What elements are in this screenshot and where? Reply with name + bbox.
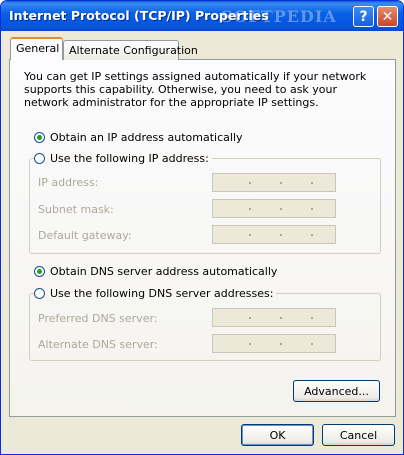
ip-manual-label: Use the following IP address: [50,152,209,165]
close-button[interactable]: ✕ [377,6,398,27]
tab-general-label: General [16,42,60,55]
subnet-mask-field[interactable] [212,199,336,218]
watermark: SOFTPEDIA [221,7,337,26]
preferred-dns-label: Preferred DNS server: [38,312,158,325]
title-bar[interactable]: Internet Protocol (TCP/IP) Properties SO… [1,1,403,31]
help-icon: ? [359,8,368,25]
dns-auto-label: Obtain DNS server address automatically [50,265,278,278]
default-gateway-field[interactable] [212,225,336,244]
dns-manual-label: Use the following DNS server addresses: [50,287,274,300]
alternate-dns-field[interactable] [212,334,336,353]
subnet-mask-label: Subnet mask: [38,203,114,216]
ok-button[interactable]: OK [241,424,314,446]
tab-general[interactable]: General [10,37,63,60]
dialog-window: Internet Protocol (TCP/IP) Properties SO… [0,0,404,455]
dns-manual-option[interactable]: Use the following DNS server addresses: [34,287,277,300]
advanced-button[interactable]: Advanced... [293,380,380,402]
close-icon: ✕ [381,8,394,25]
tab-alternate-label: Alternate Configuration [69,44,198,57]
ip-manual-radio[interactable] [34,153,45,164]
alternate-dns-label: Alternate DNS server: [38,338,158,351]
ip-auto-radio[interactable] [34,132,45,143]
dns-auto-radio[interactable] [34,266,45,277]
ip-address-field[interactable] [212,173,336,192]
dns-auto-option[interactable]: Obtain DNS server address automatically [34,265,277,278]
preferred-dns-field[interactable] [212,308,336,327]
ip-auto-label: Obtain an IP address automatically [50,131,243,144]
default-gateway-label: Default gateway: [38,229,132,242]
intro-text: You can get IP settings assigned automat… [24,70,367,109]
cancel-button[interactable]: Cancel [322,424,395,446]
ip-address-label: IP address: [38,176,99,189]
ip-auto-option[interactable]: Obtain an IP address automatically [34,131,243,144]
dns-manual-radio[interactable] [34,288,45,299]
tab-alternate-configuration[interactable]: Alternate Configuration [63,40,198,60]
help-button[interactable]: ? [353,6,374,27]
ip-manual-option[interactable]: Use the following IP address: [34,152,212,165]
